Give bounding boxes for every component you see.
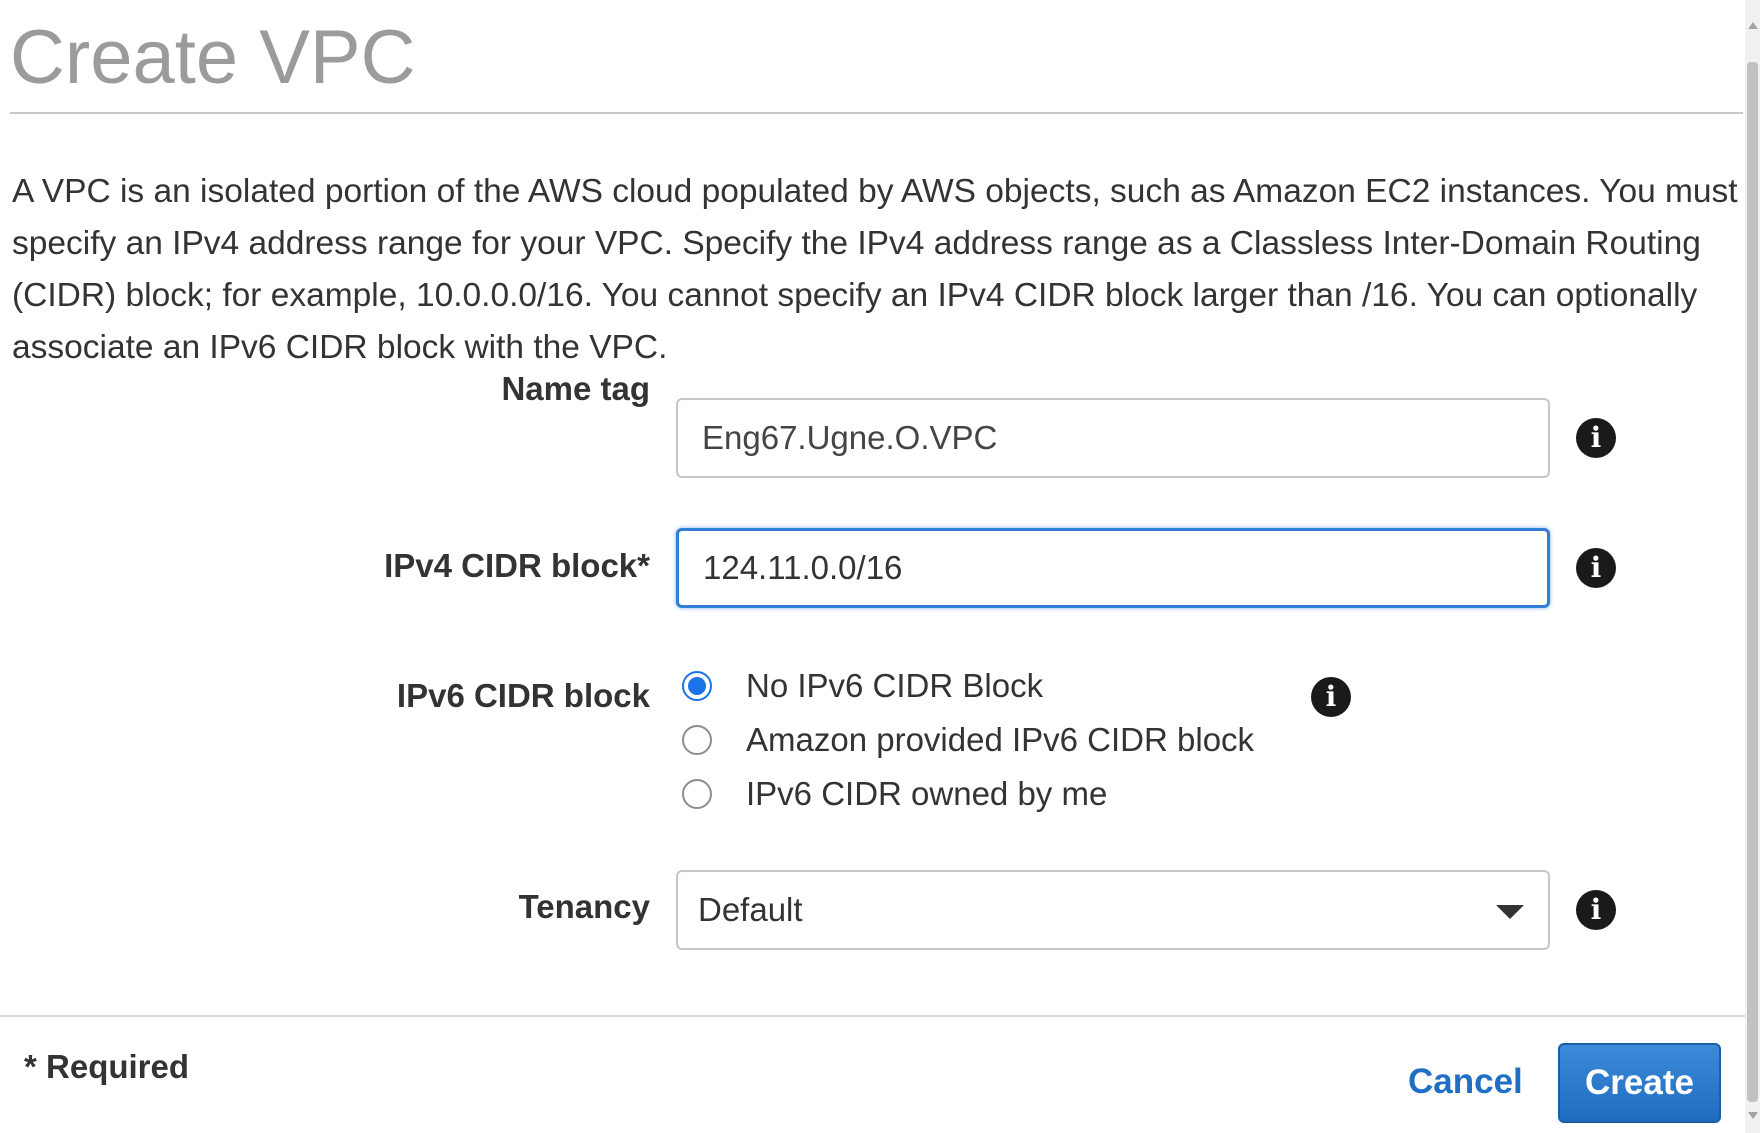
description-text: A VPC is an isolated portion of the AWS … — [12, 173, 1738, 366]
cancel-button[interactable]: Cancel — [1408, 1062, 1523, 1102]
name-tag-label: Name tag — [501, 370, 650, 407]
footer-divider — [0, 1015, 1745, 1017]
tenancy-select[interactable]: Default — [676, 870, 1550, 950]
scrollbar[interactable] — [1745, 0, 1760, 1133]
ipv6-cidr-label: IPv6 CIDR block — [396, 677, 650, 714]
radio-amazon-ipv6[interactable]: Amazon provided IPv6 CIDR block — [682, 720, 1254, 760]
radio-no-ipv6[interactable]: No IPv6 CIDR Block — [682, 666, 1043, 706]
info-icon[interactable]: i — [1576, 418, 1616, 458]
scroll-up-icon[interactable] — [1748, 22, 1758, 29]
info-icon[interactable]: i — [1576, 890, 1616, 930]
scrollbar-thumb[interactable] — [1747, 62, 1758, 1102]
radio-button[interactable] — [682, 671, 712, 701]
radio-label: IPv6 CIDR owned by me — [746, 775, 1108, 812]
scroll-down-icon[interactable] — [1748, 1112, 1758, 1119]
tenancy-selected-value: Default — [698, 891, 803, 928]
info-icon[interactable]: i — [1576, 548, 1616, 588]
name-tag-input[interactable] — [676, 398, 1550, 478]
required-note: * Required — [24, 1048, 190, 1085]
radio-owned-ipv6[interactable]: IPv6 CIDR owned by me — [682, 774, 1107, 814]
create-button[interactable]: Create — [1558, 1043, 1721, 1123]
radio-label: Amazon provided IPv6 CIDR block — [746, 721, 1255, 758]
chevron-down-icon — [1496, 905, 1524, 919]
page-title: Create VPC — [10, 15, 416, 100]
radio-button[interactable] — [682, 725, 712, 755]
radio-button[interactable] — [682, 779, 712, 809]
tenancy-label: Tenancy — [518, 888, 650, 925]
ipv4-cidr-label: IPv4 CIDR block* — [384, 547, 650, 584]
ipv4-cidr-input[interactable] — [676, 528, 1550, 608]
radio-label: No IPv6 CIDR Block — [746, 667, 1044, 704]
info-icon[interactable]: i — [1311, 677, 1351, 717]
title-divider — [10, 112, 1743, 114]
